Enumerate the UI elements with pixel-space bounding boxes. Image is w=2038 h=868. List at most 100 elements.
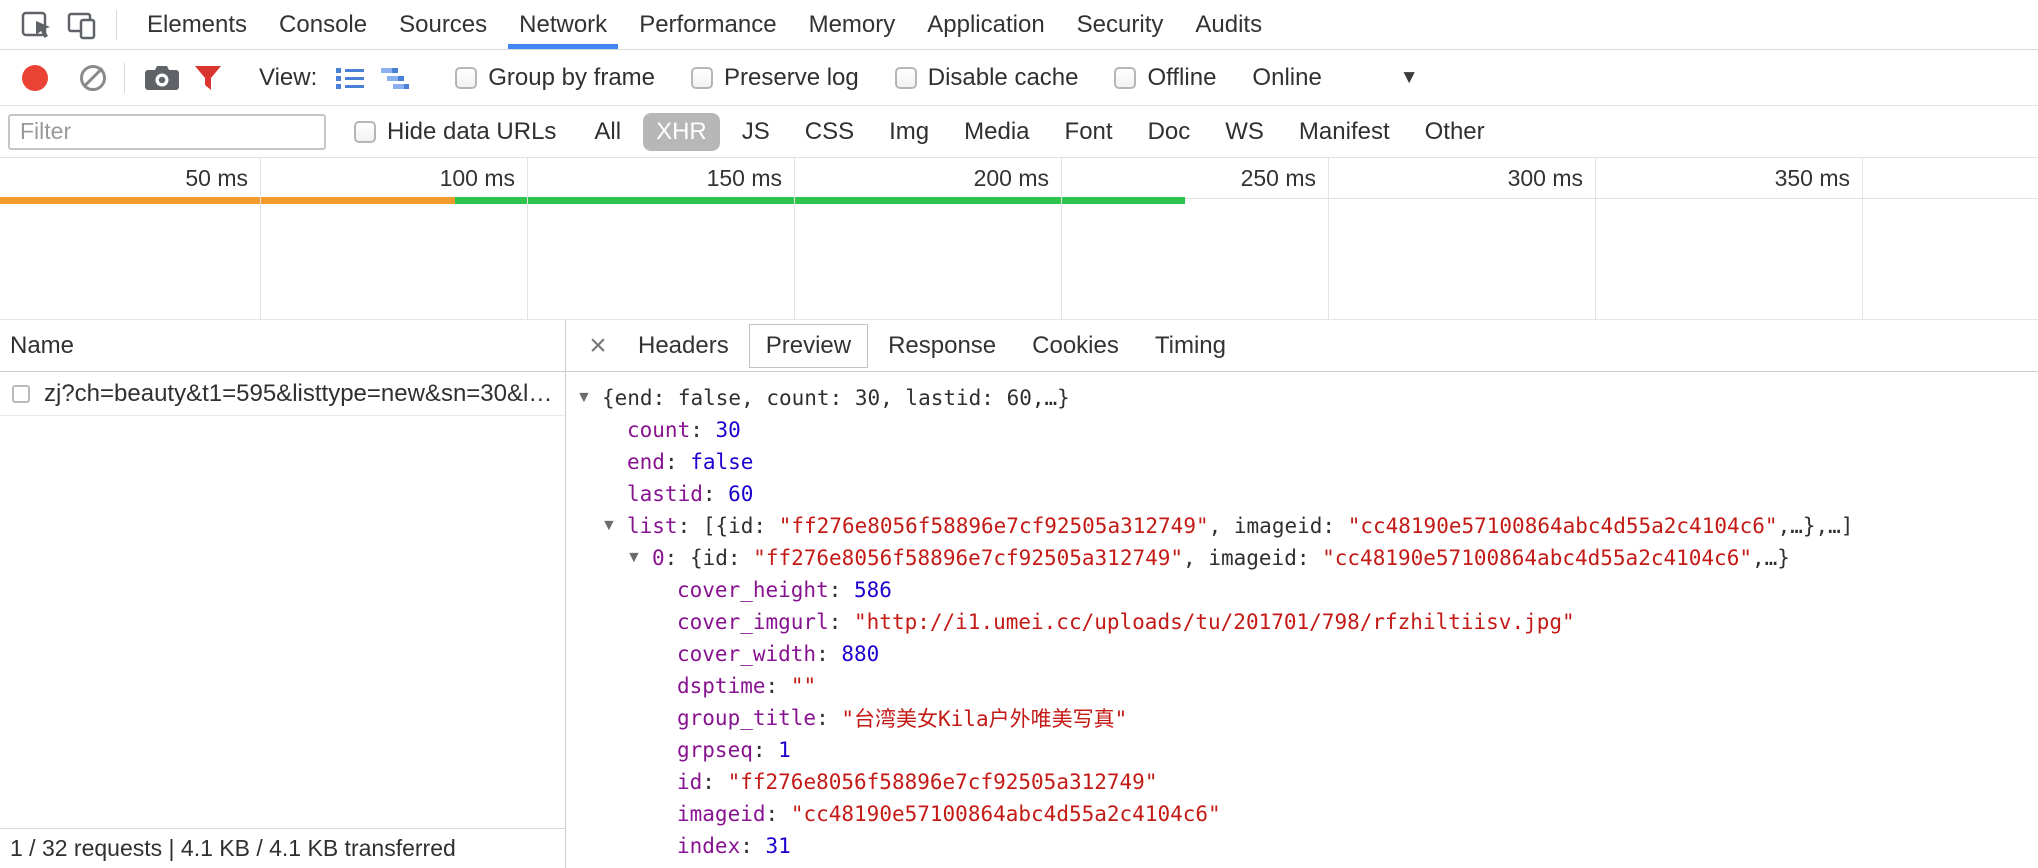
filter-type-other[interactable]: Other: [1412, 113, 1498, 151]
preview-row[interactable]: ▼{end: false, count: 30, lastid: 60,…}: [566, 382, 2038, 414]
detail-tabs-wrap: HeadersPreviewResponseCookiesTiming: [618, 324, 1242, 368]
filter-type-img[interactable]: Img: [876, 113, 942, 151]
checkbox-label: Preserve log: [724, 64, 859, 92]
show-overview-button[interactable]: [373, 57, 419, 99]
tab-performance[interactable]: Performance: [623, 0, 792, 49]
detail-tab-response[interactable]: Response: [872, 325, 1012, 367]
preview-row: id: "ff276e8056f58896e7cf92505a312749": [566, 766, 2038, 798]
throttling-select[interactable]: Online: [1252, 64, 1321, 92]
filter-type-manifest[interactable]: Manifest: [1286, 113, 1403, 151]
capture-screenshots-button[interactable]: [139, 57, 185, 99]
checkbox-disable-cache[interactable]: Disable cache: [895, 64, 1079, 92]
checkbox-box[interactable]: [1114, 67, 1136, 89]
tree-expand-arrow-icon[interactable]: ▼: [601, 517, 627, 535]
filter-input[interactable]: [8, 114, 326, 150]
timeline-tick-label: 200 ms: [849, 165, 1049, 192]
network-main-split: Name zj?ch=beauty&t1=595&listtype=new&sn…: [0, 320, 2038, 868]
tab-console[interactable]: Console: [263, 0, 383, 49]
close-icon[interactable]: ×: [578, 329, 618, 363]
name-column-header[interactable]: Name: [0, 320, 565, 372]
preview-row[interactable]: ▼0: {id: "ff276e8056f58896e7cf92505a3127…: [566, 542, 2038, 574]
checkbox-box[interactable]: [895, 67, 917, 89]
preview-row: grpseq: 1: [566, 734, 2038, 766]
tab-application[interactable]: Application: [911, 0, 1060, 49]
throttling-dropdown-arrow-icon[interactable]: ▼: [1400, 67, 1419, 89]
tab-elements[interactable]: Elements: [131, 0, 263, 49]
json-text: :: [702, 770, 727, 794]
json-number: 586: [854, 578, 892, 602]
json-key: end: [627, 450, 665, 474]
json-string: "台湾美女Kila户外唯美写真": [841, 703, 1127, 733]
detail-tab-timing[interactable]: Timing: [1139, 325, 1242, 367]
tab-audits[interactable]: Audits: [1179, 0, 1278, 49]
checkbox-label: Hide data URLs: [387, 118, 556, 146]
json-number: 60: [728, 482, 753, 506]
detail-tabbar: × HeadersPreviewResponseCookiesTiming: [566, 320, 2038, 372]
json-text: :: [816, 642, 841, 666]
filter-type-js[interactable]: JS: [729, 113, 783, 151]
filter-type-font[interactable]: Font: [1052, 113, 1126, 151]
json-key: cover_height: [677, 578, 829, 602]
network-filter-bar: Hide data URLs AllXHRJSCSSImgMedia FontDo…: [0, 106, 2038, 158]
checkbox-preserve-log[interactable]: Preserve log: [691, 64, 859, 92]
filter-type-media[interactable]: Media: [951, 113, 1042, 151]
request-row[interactable]: zj?ch=beauty&t1=595&listtype=new&sn=30&l…: [0, 372, 565, 416]
checkbox-box[interactable]: [455, 67, 477, 89]
filter-type-doc[interactable]: Doc: [1135, 113, 1204, 151]
preview-pane[interactable]: ▼{end: false, count: 30, lastid: 60,…}co…: [566, 372, 2038, 868]
checkbox-group-by-frame[interactable]: Group by frame: [455, 64, 655, 92]
detail-tab-headers[interactable]: Headers: [622, 325, 745, 367]
json-text: :: [766, 674, 791, 698]
json-key: imageid: [677, 802, 766, 826]
checkbox-offline[interactable]: Offline: [1114, 64, 1216, 92]
tab-sources[interactable]: Sources: [383, 0, 503, 49]
json-string: "ff276e8056f58896e7cf92505a312749": [728, 770, 1158, 794]
timeline-gridline: [1061, 158, 1062, 319]
json-text: {end: false, count: 30, lastid: 60,…}: [602, 386, 1070, 410]
json-key: cover_imgurl: [677, 610, 829, 634]
checkbox-box[interactable]: [354, 121, 376, 143]
timeline-overview[interactable]: 50 ms100 ms150 ms200 ms250 ms300 ms350 m…: [0, 158, 2038, 320]
tab-network[interactable]: Network: [503, 0, 623, 49]
detail-tab-cookies[interactable]: Cookies: [1016, 325, 1135, 367]
preview-row[interactable]: ▼list: [{id: "ff276e8056f58896e7cf92505a…: [566, 510, 2038, 542]
tree-expand-arrow-icon[interactable]: ▼: [626, 549, 652, 567]
detail-tab-preview[interactable]: Preview: [749, 324, 868, 368]
filter-type-css[interactable]: CSS: [792, 113, 867, 151]
checkbox-box[interactable]: [691, 67, 713, 89]
overview-bar-waiting: [0, 197, 455, 204]
requests-panel: Name zj?ch=beauty&t1=595&listtype=new&sn…: [0, 320, 566, 868]
filter-type-ws[interactable]: WS: [1212, 113, 1277, 151]
filter-type-xhr[interactable]: XHR: [643, 113, 720, 151]
tab-security[interactable]: Security: [1061, 0, 1180, 49]
request-file-icon: [12, 385, 30, 403]
network-toolbar: View: Group by framePreserve logDisable …: [0, 50, 2038, 106]
tab-memory[interactable]: Memory: [793, 0, 912, 49]
checkbox-hide-data-urls[interactable]: Hide data URLs: [354, 118, 556, 146]
json-text: :: [816, 706, 841, 730]
json-text: ,…},…]: [1778, 514, 1854, 538]
json-text: : [{id:: [678, 514, 779, 538]
preview-row: cover_imgurl: "http://i1.umei.cc/uploads…: [566, 606, 2038, 638]
filter-type-pills: AllXHRJSCSSImgMedia FontDocWSManifestOthe…: [572, 113, 1497, 151]
timeline-gridline: [1862, 158, 1863, 319]
filter-toggle-button[interactable]: [185, 57, 231, 99]
record-button[interactable]: [22, 65, 48, 91]
json-key: group_title: [677, 706, 816, 730]
clear-requests-icon[interactable]: [80, 65, 106, 91]
timeline-gridline: [1595, 158, 1596, 319]
overview-bar-loaded: [455, 197, 1185, 204]
json-text: , imageid:: [1209, 514, 1348, 538]
toolbar-separator: [124, 63, 125, 93]
main-tabbar-tabs: ElementsConsoleSourcesNetworkPerformance…: [131, 0, 1278, 49]
request-detail-panel: × HeadersPreviewResponseCookiesTiming ▼{…: [566, 320, 2038, 868]
device-toolbar-button[interactable]: [60, 4, 106, 46]
tree-expand-arrow-icon[interactable]: ▼: [576, 389, 602, 407]
json-number: 31: [766, 834, 791, 858]
large-request-rows-button[interactable]: [327, 57, 373, 99]
inspect-element-button[interactable]: [14, 4, 60, 46]
list-view-icon: [335, 64, 365, 92]
filter-type-all[interactable]: All: [581, 113, 634, 151]
json-string: "http://i1.umei.cc/uploads/tu/201701/798…: [854, 610, 1575, 634]
preview-row: imageid: "cc48190e57100864abc4d55a2c4104…: [566, 798, 2038, 830]
